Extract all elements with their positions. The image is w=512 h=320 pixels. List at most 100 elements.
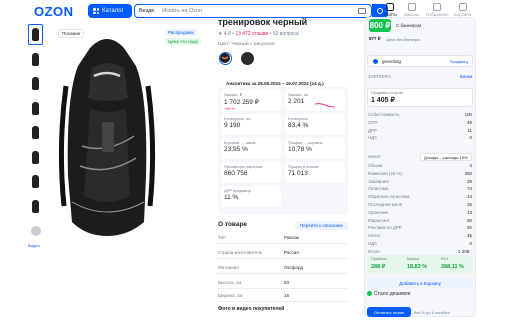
feature-row: Ширина, см 16 [218,293,348,302]
nav-cart[interactable]: Корзина [454,3,471,17]
pay-later-note: без % до 6 октября [414,310,450,315]
similar-tag[interactable]: Похожие [58,29,85,38]
total-value: 1 208 [458,249,470,254]
fee-row: Логистика 74 [368,186,472,192]
thumbnail[interactable] [28,122,43,143]
tax-select[interactable]: Доходы – расходы 15% [420,153,472,161]
metric-cell: Показы → корзина 10,78 % [285,138,345,159]
search-placeholder: Искать на Ozon [162,8,203,14]
metric-cell: ДРР продавца 11 % [221,186,281,207]
fee-row: Объем 4 [368,163,472,168]
cost-row: Себестоимость 100 [368,112,472,117]
metric-cell: Показы в поиске 71 013 [285,162,345,183]
tax-select-value: Доходы – расходы 15% [424,154,468,160]
seller-link[interactable]: Продавец [450,59,468,64]
fee-rows: Объем 4 Комиссия (25 %) 350 Эквайринг 29 Ло… [368,163,472,249]
price-badge: Цена что надо [165,38,202,45]
price-drop-note: Стало дешевле [367,291,411,297]
nav-login[interactable]: Войти [384,3,397,17]
thumbnail-strip: Видео [28,24,44,248]
color-swatch[interactable] [241,52,254,65]
ozon-logo[interactable]: OZON [34,4,74,19]
cost-row: НДС 0 [368,135,472,141]
thumbnail[interactable] [28,48,43,70]
profit-summary: Прибыль 288 ₽ Маржа 18,83 % ROI 288,11 % [367,255,473,274]
video-label[interactable]: Видео [28,243,44,248]
metric-cell: Заказы, ₽1 702 259 ₽ +95 % [221,90,281,111]
wb-label: ЗАРПЛАТА [368,74,392,79]
color-swatch[interactable] [219,52,232,65]
pay-later-button[interactable]: Оплатить позже [367,307,411,317]
analytics-panel: Заказы, ₽1 702 259 ₽ +95 % Заказы, шт 2 20… [218,87,348,215]
search-input[interactable]: Везде Искать на Ozon [134,4,372,18]
feature-row: Страна-изготовитель Россия [218,250,348,259]
payout-box: Продавец получит 1 405 ₽ [367,88,473,107]
check-icon [367,291,372,297]
sparkline [315,103,335,108]
feature-row: Высота, см 53 [218,280,348,289]
nav-favorites[interactable]: Избранное [426,3,449,17]
feature-row: Материал Оксфорд [218,265,348,274]
metric-cell: Заказы, шт 2 201 [285,90,345,111]
questions-link[interactable]: 53 вопроса [273,31,299,37]
product-image[interactable] [52,26,162,248]
reviews-link[interactable]: 13 472 отзыва [235,31,268,37]
fee-row: Обратная логистика 14 [368,194,472,200]
customer-photos-title: Фото и видео покупателей [218,306,285,312]
cost-row: СПП 45 [368,119,472,125]
metric-cell: Просмотры карточки 860 756 [221,162,281,183]
about-title: О товаре [218,221,248,228]
analytics-period: Аналитика за 25.06.2024 – 19.07.2024 (24… [226,81,324,86]
fee-row: Последняя миля 25 [368,201,472,207]
box-icon [407,3,416,11]
search-icon [377,8,383,14]
metric-cell: Конверсия, шт 9 190 [221,114,281,135]
thumbnail[interactable] [28,24,43,45]
thumbnail[interactable] [28,97,43,119]
thumbnail[interactable] [28,146,43,168]
fee-row: Маркетинг 30 [368,217,472,223]
seller-pill[interactable]: greenbag Продавец [367,55,473,67]
to-description-button[interactable]: Перейти к описанию [295,221,348,230]
nav-orders[interactable]: Заказы [404,3,419,17]
old-price-note: Цена без баннера [386,37,420,42]
tax-label: Налог [368,154,381,159]
cost-row: ДРР 11 [368,127,472,133]
color-label: Цвет: Черный с рисунком [218,42,275,47]
fee-row: Налог 45 [368,233,472,239]
play-icon [30,225,41,236]
thumbnail[interactable] [28,171,43,192]
product-stats: ★ 4.8 • 13 472 отзыва • 53 вопроса [218,31,299,37]
thumbnail[interactable] [28,73,43,94]
grid-icon [93,8,99,14]
catalog-label: Каталог [102,8,124,14]
store-icon [373,59,378,64]
heart-icon [433,3,442,11]
promo-badge: Распродажа [165,29,197,36]
total-label: Итого [368,249,380,254]
catalog-button[interactable]: Каталог [88,4,132,18]
feature-row: Тип Рюкзак [218,235,348,244]
product-title: тренировок черный [218,17,308,27]
rating: 4.8 [223,31,231,37]
search-scope[interactable]: Везде [139,8,154,14]
metric-cell: Конверсия 83,4 % [285,114,345,135]
fee-row: Реклама по ДРР 92 [368,225,472,231]
fee-row: НДС 0 [368,240,472,246]
wb-link[interactable]: Банки [460,74,472,79]
seller-name: greenbag [382,58,402,64]
cost-rows: Себестоимость 100 СПП 45 ДРР 11 НДС 0 [368,112,472,143]
add-to-cart-button[interactable]: Добавить в Корзину [367,278,473,288]
metric-cell: Корзина → заказ 23,95 % [221,138,281,159]
camera-icon[interactable] [358,8,366,14]
fee-row: Эквайринг 29 [368,178,472,184]
cart-icon [458,3,467,11]
fee-row: Комиссия (25 %) 350 [368,170,472,176]
video-thumbnail[interactable] [28,220,43,241]
thumbnail[interactable] [28,195,43,217]
price-note: С баннером [396,23,422,28]
fee-row: Хранение 13 [368,209,472,215]
old-price: 877 ₽ [369,36,381,41]
user-icon [386,3,395,11]
price-badge: 800 ₽ [369,19,391,32]
